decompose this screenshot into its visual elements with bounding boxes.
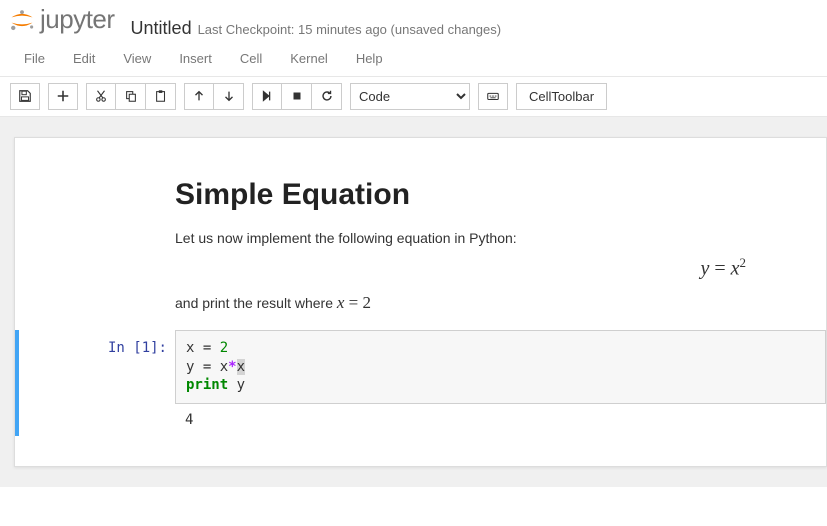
header: jupyter Untitled Last Checkpoint: 15 min… — [0, 0, 827, 41]
restart-button[interactable] — [312, 83, 342, 110]
markdown-heading: Simple Equation — [175, 178, 806, 212]
menu-kernel[interactable]: Kernel — [276, 43, 342, 74]
menubar: File Edit View Insert Cell Kernel Help — [0, 41, 827, 77]
code-cell[interactable]: In [1]: x = 2 y = x*x print y 4 — [15, 330, 826, 437]
input-prompt: In [1]: — [19, 330, 175, 437]
move-up-button[interactable] — [184, 83, 214, 110]
run-button[interactable] — [252, 83, 282, 110]
brand-text: jupyter — [40, 4, 115, 35]
notebook-container: Simple Equation Let us now implement the… — [0, 117, 827, 488]
menu-insert[interactable]: Insert — [165, 43, 226, 74]
menu-cell[interactable]: Cell — [226, 43, 276, 74]
toolbar: Code CellToolbar — [0, 77, 827, 117]
interrupt-button[interactable] — [282, 83, 312, 110]
markdown-cell[interactable]: Simple Equation Let us now implement the… — [15, 178, 826, 316]
menu-view[interactable]: View — [109, 43, 165, 74]
menu-help[interactable]: Help — [342, 43, 397, 74]
equation-display: y = x2 — [175, 255, 806, 281]
checkpoint-status: Last Checkpoint: 15 minutes ago (unsaved… — [198, 22, 502, 37]
cut-button[interactable] — [86, 83, 116, 110]
markdown-p2: and print the result where x = 2 — [175, 290, 806, 316]
copy-button[interactable] — [116, 83, 146, 110]
insert-cell-button[interactable] — [48, 83, 78, 110]
command-palette-button[interactable] — [478, 83, 508, 110]
notebook-title[interactable]: Untitled — [131, 18, 192, 39]
menu-edit[interactable]: Edit — [59, 43, 109, 74]
notebook: Simple Equation Let us now implement the… — [14, 137, 827, 468]
code-input[interactable]: x = 2 y = x*x print y — [175, 330, 826, 405]
jupyter-logo[interactable]: jupyter — [8, 4, 115, 35]
save-button[interactable] — [10, 83, 40, 110]
move-down-button[interactable] — [214, 83, 244, 110]
cell-type-select[interactable]: Code — [350, 83, 470, 110]
markdown-p1: Let us now implement the following equat… — [175, 228, 806, 249]
jupyter-icon — [8, 6, 36, 34]
paste-button[interactable] — [146, 83, 176, 110]
code-output: 4 — [175, 404, 826, 436]
menu-file[interactable]: File — [10, 43, 59, 74]
cell-toolbar-button[interactable]: CellToolbar — [516, 83, 607, 110]
